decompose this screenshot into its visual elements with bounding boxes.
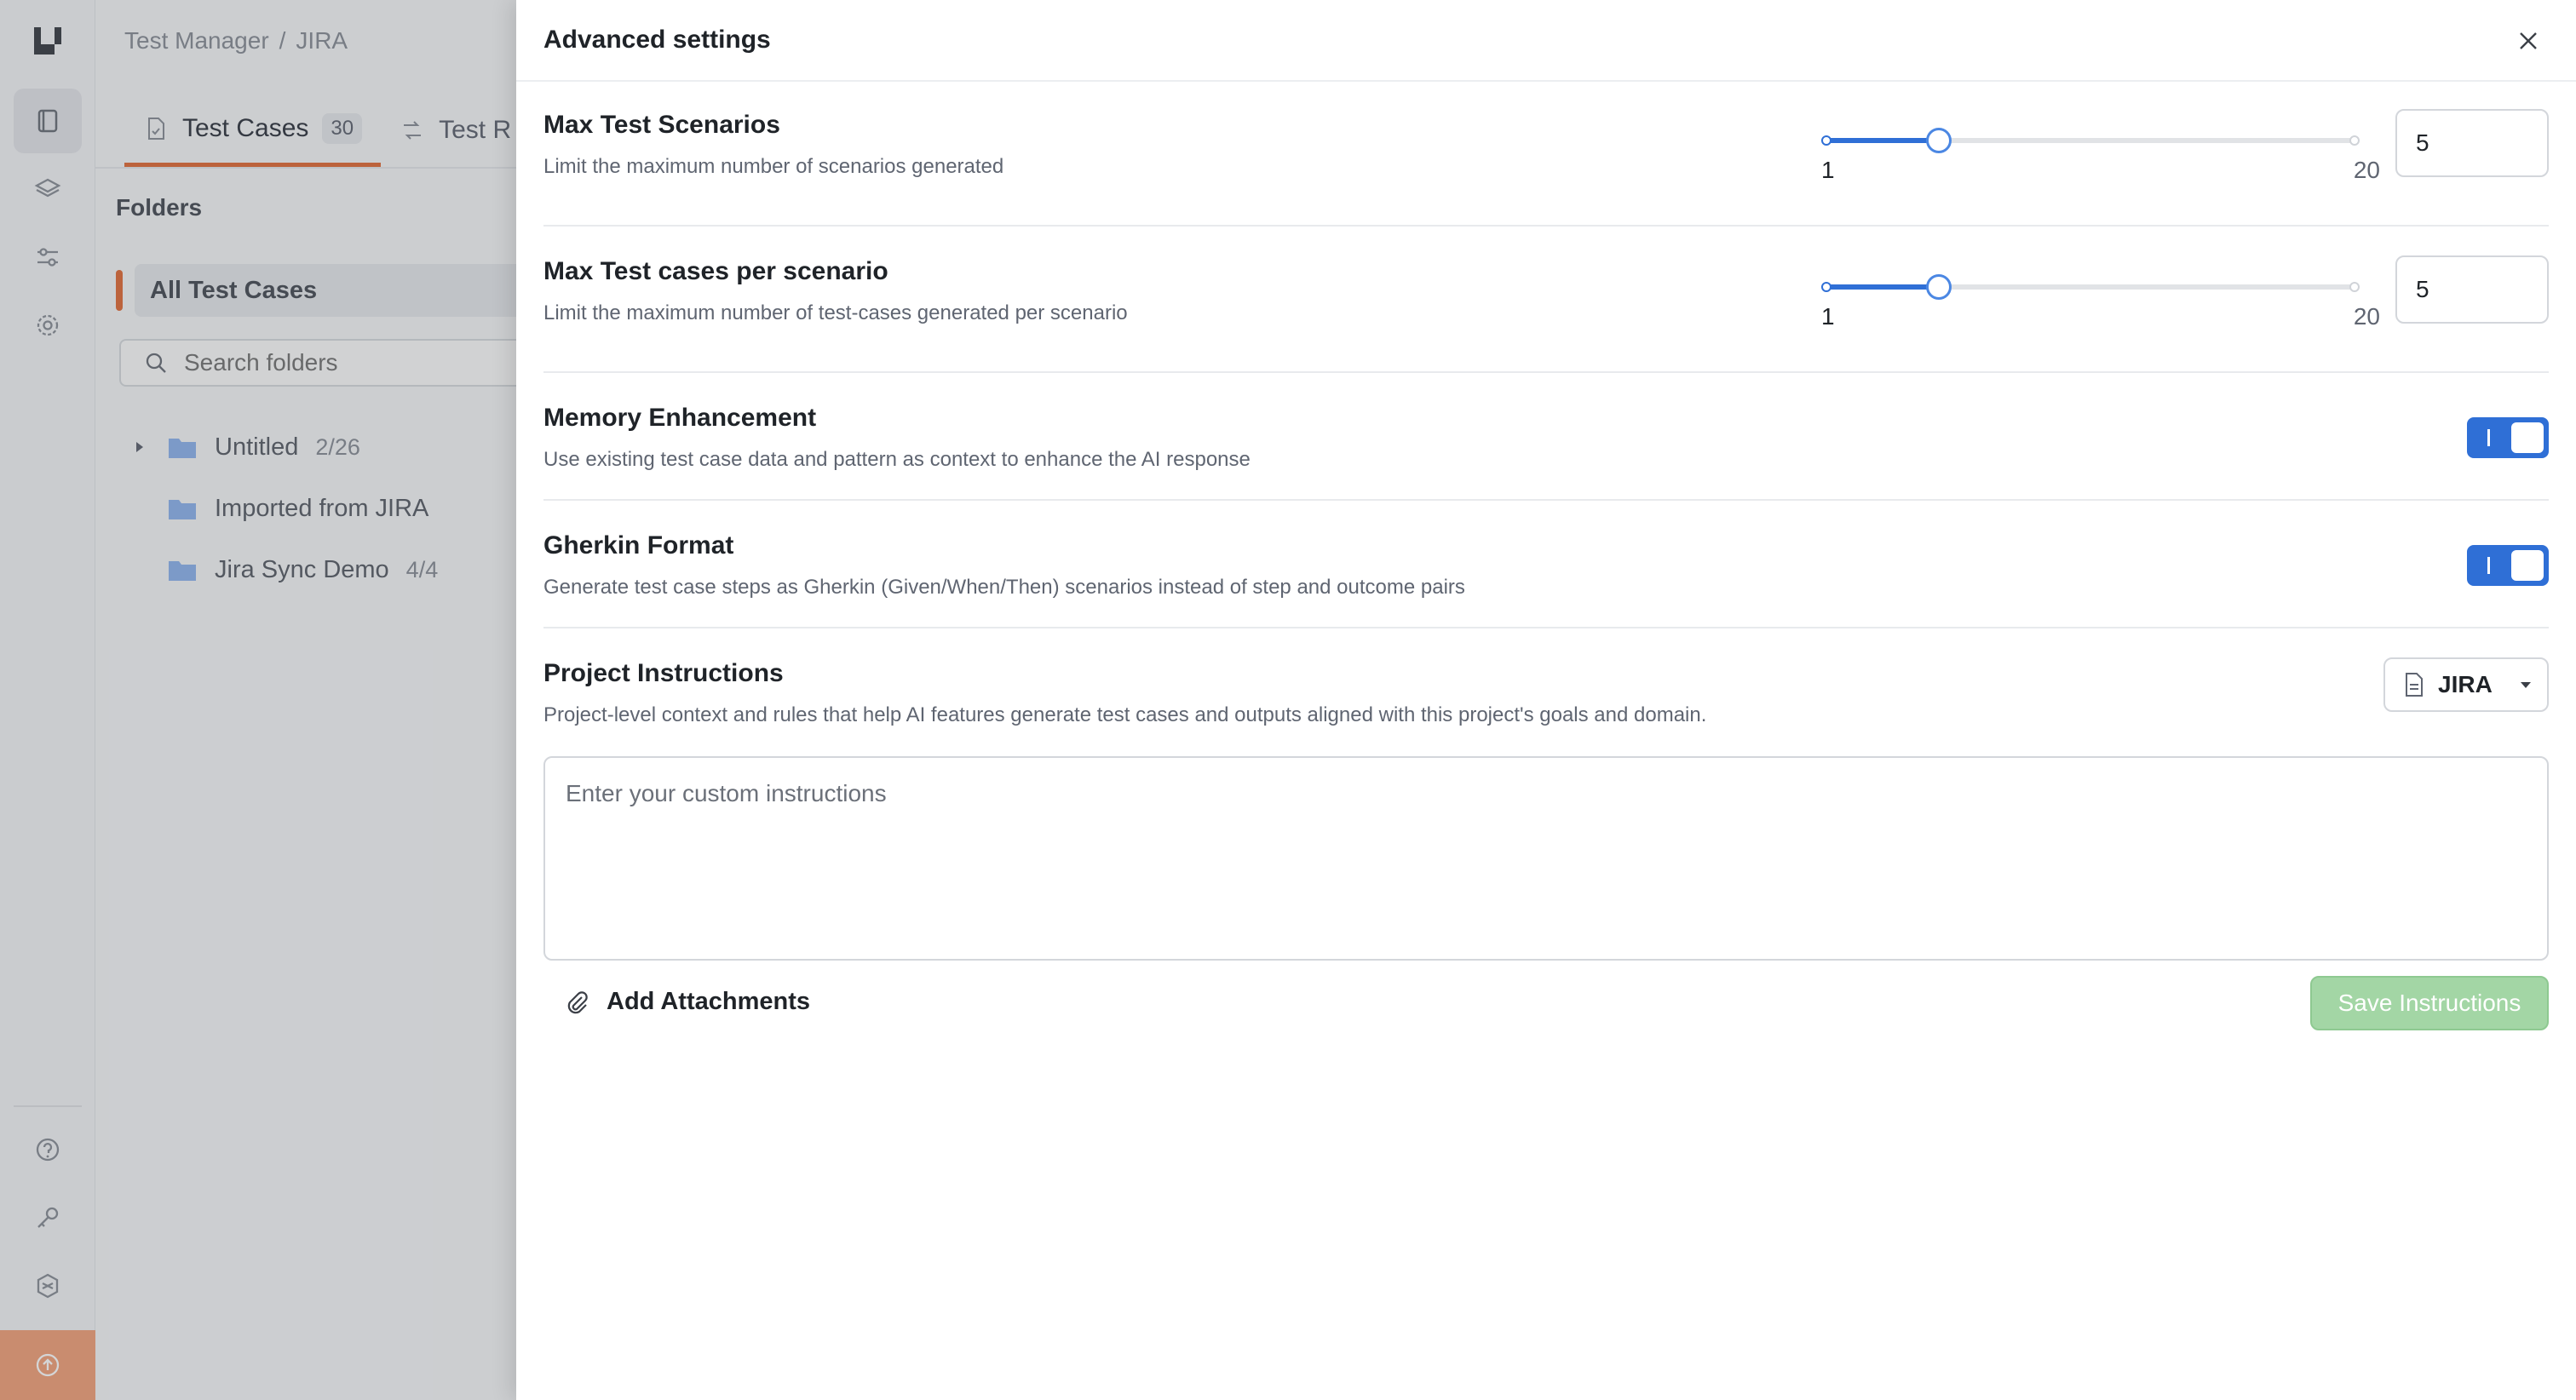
slider-fill <box>1826 284 1939 290</box>
slider-max-label: 20 <box>2353 303 2380 330</box>
instructions-section: Project Instructions Project-level conte… <box>543 659 2549 727</box>
save-instructions-button[interactable]: Save Instructions <box>2310 976 2549 1030</box>
slider-min-dot <box>1821 135 1831 146</box>
add-attachments-button[interactable]: Add Attachments <box>564 988 810 1016</box>
max-scenarios-slider[interactable]: 1 20 <box>1821 114 2380 183</box>
max-cases-slider[interactable]: 1 20 <box>1821 261 2380 330</box>
advanced-settings-drawer: Advanced settings Max Test Scenarios Lim… <box>516 0 2576 1400</box>
max-scenarios-input[interactable] <box>2395 109 2549 177</box>
paperclip-icon <box>567 990 588 1013</box>
gherkin-toggle[interactable] <box>2467 545 2549 586</box>
slider-thumb[interactable] <box>1925 274 1952 300</box>
toggle-on-mark <box>2487 557 2490 574</box>
app-root: Test Manager / JIRA Test Cases 30 Test R… <box>0 0 2576 1400</box>
drawer-title: Advanced settings <box>543 26 771 54</box>
gherkin-title: Gherkin Format <box>543 531 734 559</box>
modal-backdrop[interactable] <box>0 0 516 1400</box>
memory-toggle[interactable] <box>2467 417 2549 458</box>
instructions-title: Project Instructions <box>543 659 784 687</box>
instructions-desc: Project-level context and rules that hel… <box>543 703 1707 726</box>
slider-min-label: 1 <box>1821 157 1835 183</box>
gherkin-desc: Generate test case steps as Gherkin (Giv… <box>543 576 1465 599</box>
slider-max-dot <box>2349 135 2360 146</box>
section-divider <box>543 371 2549 373</box>
slider-thumb[interactable] <box>1925 128 1952 153</box>
drawer-header: Advanced settings <box>516 0 2576 82</box>
toggle-knob <box>2511 550 2544 581</box>
toggle-on-mark <box>2487 429 2490 446</box>
close-icon <box>2520 32 2537 49</box>
section-divider <box>543 225 2549 227</box>
slider-max-label: 20 <box>2353 157 2380 183</box>
close-button[interactable] <box>2511 24 2545 58</box>
section-divider <box>543 499 2549 501</box>
project-select[interactable]: JIRA <box>2383 657 2549 712</box>
slider-fill <box>1826 138 1939 143</box>
slider-max-dot <box>2349 282 2360 292</box>
project-select-value: JIRA <box>2438 671 2493 697</box>
custom-instructions-input[interactable] <box>543 756 2549 961</box>
memory-section: Memory Enhancement Use existing test cas… <box>543 404 2549 472</box>
slider-min-label: 1 <box>1821 303 1835 330</box>
section-divider <box>543 627 2549 628</box>
memory-desc: Use existing test case data and pattern … <box>543 448 1251 471</box>
document-icon <box>2406 673 2423 697</box>
gherkin-section: Gherkin Format Generate test case steps … <box>543 531 2549 600</box>
caret-down-icon <box>2520 682 2531 688</box>
max-cases-input[interactable] <box>2395 255 2549 324</box>
slider-min-dot <box>1821 282 1831 292</box>
toggle-knob <box>2511 422 2544 453</box>
add-attachments-label: Add Attachments <box>607 988 810 1015</box>
memory-title: Memory Enhancement <box>543 404 817 432</box>
